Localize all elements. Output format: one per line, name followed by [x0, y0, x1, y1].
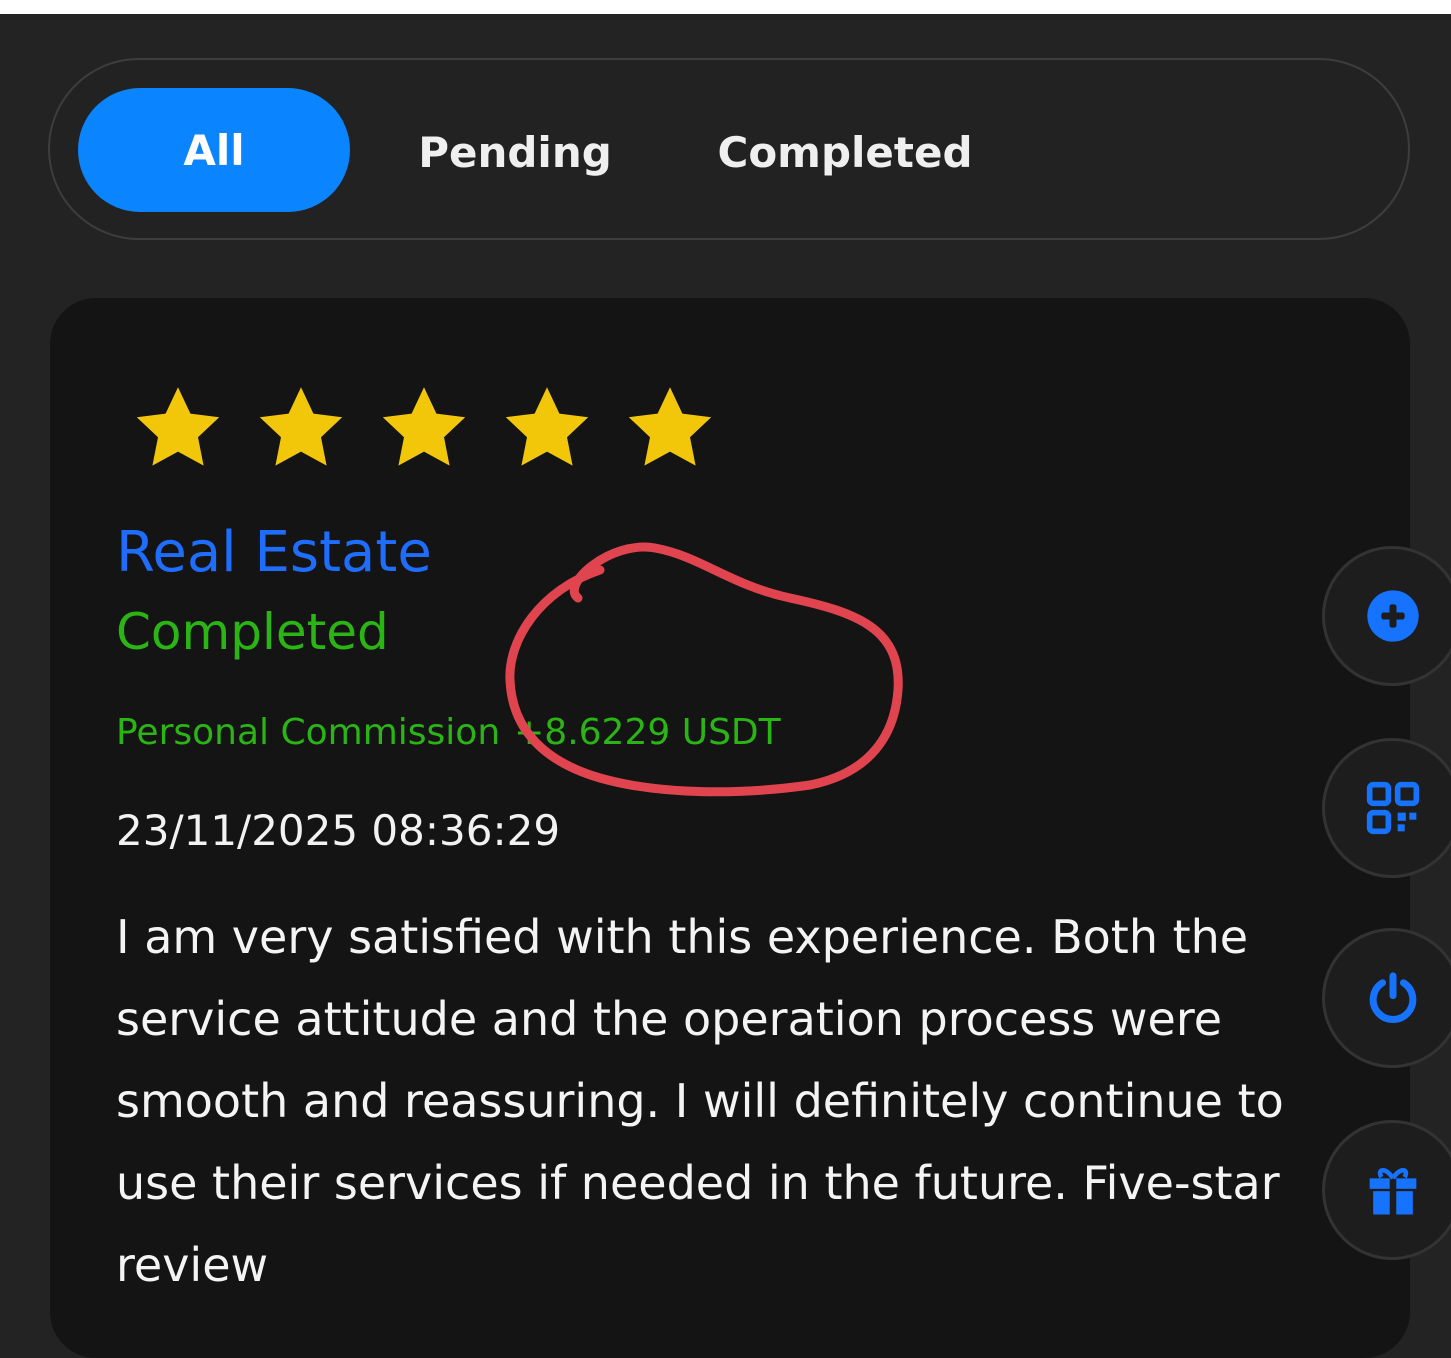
- qr-code-icon: [1366, 781, 1420, 835]
- power-icon: [1369, 972, 1417, 1023]
- commission-value: +8.6229 USDT: [514, 712, 781, 753]
- tab-pending[interactable]: Pending: [418, 90, 612, 214]
- status-label: Completed: [116, 603, 389, 661]
- star-icon: [505, 387, 589, 466]
- commission-row: Personal Commission +8.6229 USDT: [116, 712, 781, 753]
- review-text: I am very satisfied with this experience…: [116, 910, 1284, 1292]
- star-icon: [136, 387, 220, 466]
- filter-tabs: All Pending Completed: [48, 58, 1410, 240]
- side-button-power[interactable]: [1322, 928, 1451, 1068]
- tab-completed[interactable]: Completed: [718, 90, 973, 214]
- side-button-gift[interactable]: [1322, 1120, 1451, 1260]
- side-button-add[interactable]: [1322, 546, 1451, 686]
- plus-circle-icon: [1367, 590, 1419, 642]
- gift-icon: [1369, 1168, 1417, 1215]
- order-record-card: Real Estate Completed Personal Commissio…: [50, 298, 1410, 1358]
- category-title: Real Estate: [116, 520, 432, 585]
- tab-all[interactable]: All: [78, 88, 350, 212]
- star-icon: [628, 387, 712, 466]
- commission-label: Personal Commission: [116, 712, 501, 753]
- star-icon: [382, 387, 466, 466]
- star-rating: [130, 380, 745, 476]
- order-timestamp: 23/11/2025 08:36:29: [116, 806, 561, 855]
- star-icon: [259, 387, 343, 466]
- side-button-qr[interactable]: [1322, 738, 1451, 878]
- order-history-screen: All Pending Completed Real Estate Comple…: [0, 0, 1451, 1358]
